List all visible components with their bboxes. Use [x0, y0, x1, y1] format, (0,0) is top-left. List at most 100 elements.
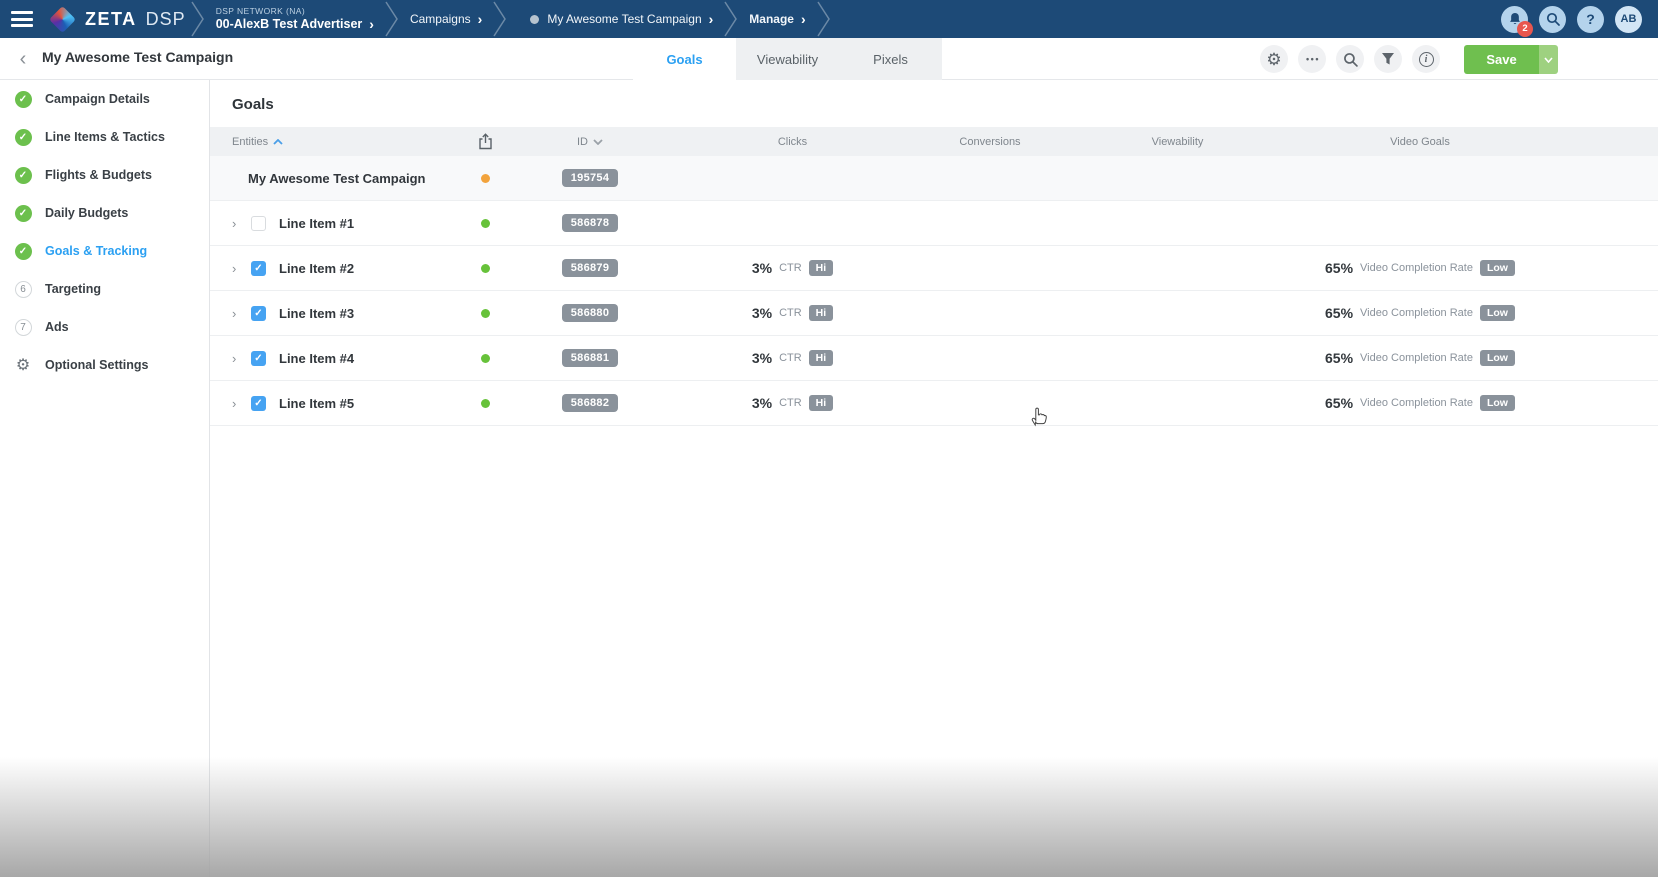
video-metric-label: Video Completion Rate [1360, 352, 1473, 364]
row-checkbox[interactable] [251, 216, 266, 231]
id-badge: 586881 [562, 349, 619, 367]
sidebar-item-ads[interactable]: 7 Ads [0, 308, 209, 346]
video-metric-label: Video Completion Rate [1360, 262, 1473, 274]
sidebar-item-targeting[interactable]: 6 Targeting [0, 270, 209, 308]
video-level-badge: Low [1480, 395, 1515, 411]
breadcrumb-separator-icon [723, 0, 739, 38]
sidebar-item-flights-budgets[interactable]: ✓ Flights & Budgets [0, 156, 209, 194]
manage-label: Manage [749, 12, 794, 26]
sidebar-item-label: Ads [45, 320, 69, 334]
sidebar-item-optional-settings[interactable]: ⚙ Optional Settings [0, 346, 209, 384]
check-circle-icon: ✓ [14, 166, 32, 184]
column-header-conversions: Conversions [915, 136, 1065, 148]
tab-goals[interactable]: Goals [633, 38, 736, 80]
clicks-value: 3% [752, 260, 772, 276]
clicks-metric-label: CTR [779, 397, 802, 409]
column-header-id[interactable]: ID [510, 136, 670, 148]
zeta-dsp-logo[interactable]: ZETA DSP [53, 9, 186, 30]
clicks-value: 3% [752, 305, 772, 321]
logo-zeta-text: ZETA [85, 9, 137, 30]
campaigns-label: Campaigns [410, 12, 471, 26]
gear-icon: ⚙ [14, 356, 32, 374]
hamburger-menu-icon[interactable] [11, 11, 35, 27]
user-avatar[interactable]: AB [1615, 6, 1642, 33]
clicks-value: 3% [752, 395, 772, 411]
row-checkbox[interactable]: ✓ [251, 396, 266, 411]
expand-chevron-icon[interactable]: › [232, 261, 242, 276]
column-header-entities[interactable]: Entities [210, 136, 460, 148]
breadcrumb-manage[interactable]: Manage › [743, 11, 811, 27]
row-checkbox[interactable]: ✓ [251, 351, 266, 366]
table-row-campaign[interactable]: My Awesome Test Campaign 195754 [210, 156, 1658, 201]
page-title: My Awesome Test Campaign [42, 49, 233, 65]
status-dot-orange [481, 174, 490, 183]
notifications-button[interactable]: 2 [1501, 6, 1528, 33]
search-icon [1343, 52, 1358, 67]
column-header-clicks: Clicks [670, 136, 915, 148]
clicks-value: 3% [752, 350, 772, 366]
table-row-line-item-3[interactable]: › ✓ Line Item #3 586880 3% CTR Hi 65% Vi… [210, 291, 1658, 336]
help-button[interactable]: ? [1577, 6, 1604, 33]
tab-pixels[interactable]: Pixels [839, 38, 942, 80]
breadcrumb-advertiser[interactable]: DSP NETWORK (NA) 00-AlexB Test Advertise… [210, 6, 380, 33]
global-search-button[interactable] [1539, 6, 1566, 33]
video-goal-cell: 65% Video Completion Rate Low [1290, 395, 1550, 411]
video-goal-cell: 65% Video Completion Rate Low [1290, 260, 1550, 276]
sidebar-item-campaign-details[interactable]: ✓ Campaign Details [0, 80, 209, 118]
expand-chevron-icon[interactable]: › [232, 306, 242, 321]
clicks-header-label: Clicks [778, 136, 807, 148]
page-header: ‹ My Awesome Test Campaign Goals Viewabi… [0, 38, 1658, 80]
info-icon: i [1419, 52, 1434, 67]
clicks-level-badge: Hi [809, 260, 834, 276]
video-level-badge: Low [1480, 305, 1515, 321]
save-button[interactable]: Save [1464, 45, 1539, 74]
table-row-line-item-1[interactable]: › Line Item #1 586878 [210, 201, 1658, 246]
entity-name: Line Item #3 [279, 306, 354, 321]
sidebar-item-line-items-tactics[interactable]: ✓ Line Items & Tactics [0, 118, 209, 156]
breadcrumb-campaign[interactable]: My Awesome Test Campaign › [524, 11, 719, 27]
back-button[interactable]: ‹ [12, 48, 34, 70]
table-header-row: Entities ID Clicks Conversions Viewabil [210, 127, 1658, 156]
conversions-header-label: Conversions [959, 136, 1020, 148]
row-checkbox[interactable]: ✓ [251, 261, 266, 276]
column-header-viewability: Viewability [1065, 136, 1290, 148]
chevron-right-icon: › [801, 11, 806, 27]
table-row-line-item-2[interactable]: › ✓ Line Item #2 586879 3% CTR Hi 65% Vi… [210, 246, 1658, 291]
sidebar-item-label: Goals & Tracking [45, 244, 147, 258]
table-search-button[interactable] [1336, 45, 1364, 73]
sidebar-item-label: Optional Settings [45, 358, 148, 372]
info-button[interactable]: i [1412, 45, 1440, 73]
clicks-metric-label: CTR [779, 262, 802, 274]
filter-button[interactable] [1374, 45, 1402, 73]
video-value: 65% [1325, 305, 1353, 321]
row-checkbox[interactable]: ✓ [251, 306, 266, 321]
check-circle-icon: ✓ [14, 204, 32, 222]
more-options-button[interactable]: ••• [1298, 45, 1326, 73]
breadcrumb-campaigns[interactable]: Campaigns › [404, 11, 488, 27]
clicks-goal-cell: 3% CTR Hi [670, 260, 915, 276]
table-row-line-item-4[interactable]: › ✓ Line Item #4 586881 3% CTR Hi 65% Vi… [210, 336, 1658, 381]
expand-chevron-icon[interactable]: › [232, 216, 242, 231]
expand-chevron-icon[interactable]: › [232, 396, 242, 411]
sidebar-item-label: Targeting [45, 282, 101, 296]
clicks-metric-label: CTR [779, 352, 802, 364]
id-badge: 195754 [562, 169, 619, 187]
save-dropdown-button[interactable] [1539, 45, 1558, 74]
table-row-line-item-5[interactable]: › ✓ Line Item #5 586882 3% CTR Hi 65% Vi… [210, 381, 1658, 426]
gear-icon: ⚙ [1266, 51, 1281, 68]
viewability-header-label: Viewability [1152, 136, 1204, 148]
check-circle-icon: ✓ [14, 90, 32, 108]
check-circle-icon: ✓ [14, 128, 32, 146]
settings-button[interactable]: ⚙ [1260, 45, 1288, 73]
expand-chevron-icon[interactable]: › [232, 351, 242, 366]
video-level-badge: Low [1480, 260, 1515, 276]
id-badge: 586882 [562, 394, 619, 412]
step-number-icon: 7 [14, 318, 32, 336]
chevron-right-icon: › [478, 11, 483, 27]
section-title: Goals [210, 80, 1658, 127]
tab-viewability[interactable]: Viewability [736, 38, 839, 80]
advertiser-name: 00-AlexB Test Advertiser [216, 17, 363, 32]
sidebar-item-goals-tracking[interactable]: ✓ Goals & Tracking [0, 232, 209, 270]
sidebar-item-daily-budgets[interactable]: ✓ Daily Budgets [0, 194, 209, 232]
column-header-export[interactable] [460, 133, 510, 150]
